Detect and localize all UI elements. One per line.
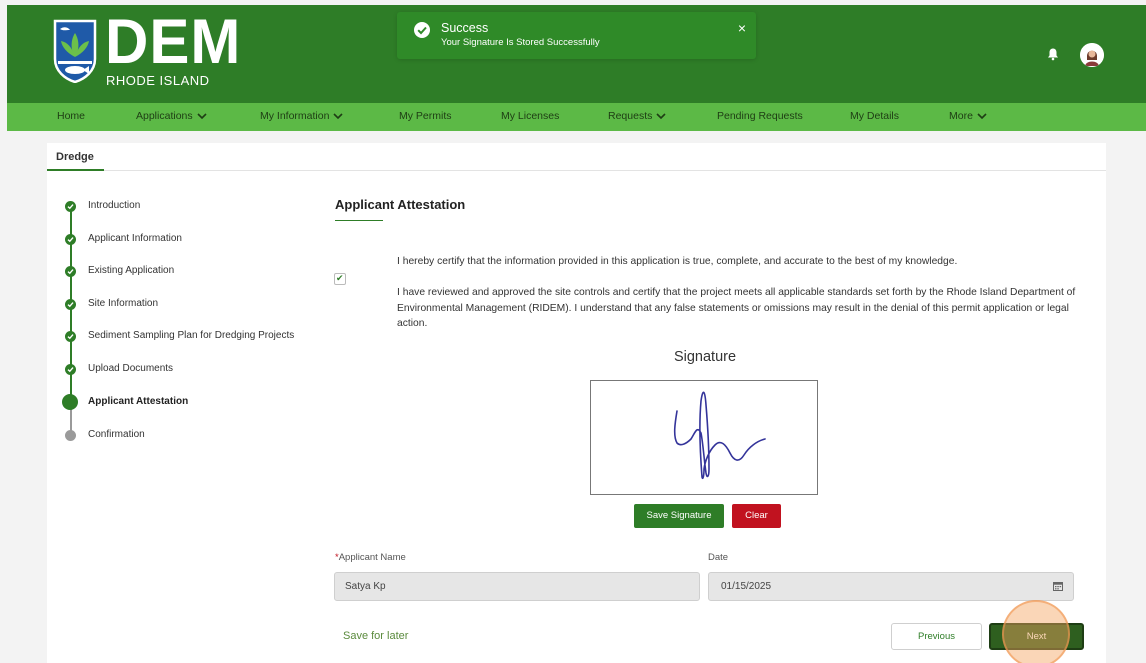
clear-signature-button[interactable]: Clear [732,504,781,528]
step-active-icon [62,394,78,410]
attestation-statement-2: I have reviewed and approved the site co… [397,287,1076,329]
nav-label: My Licenses [501,110,560,122]
success-check-icon [414,22,430,38]
nav-item-pending-requests[interactable]: Pending Requests [717,110,803,122]
signature-pad[interactable] [590,380,818,495]
tab-dredge[interactable]: Dredge [47,143,104,171]
chevron-down-icon [656,113,666,120]
step-introduction[interactable]: Introduction [61,197,341,217]
user-avatar[interactable] [1080,43,1104,67]
step-label: Introduction [88,200,141,211]
step-label: Confirmation [88,429,145,440]
step-existing-application[interactable]: Existing Application [61,262,341,282]
step-label: Upload Documents [88,363,174,374]
step-sediment-sampling-plan[interactable]: Sediment Sampling Plan for Dredging Proj… [61,327,341,347]
nav-label: Home [57,110,86,122]
toast-message: Your Signature Is Stored Successfully [441,37,600,48]
success-toast: Success Your Signature Is Stored Success… [397,12,756,59]
nav-item-my-permits[interactable]: My Permits [399,110,452,122]
date-label: Date [708,552,729,563]
step-site-information[interactable]: Site Information [61,295,341,315]
nav-item-my-information[interactable]: My Information [260,110,344,122]
section-underline [335,220,383,221]
toast-close-icon[interactable]: × [738,20,746,36]
step-label: Existing Application [88,265,175,276]
nav-item-requests[interactable]: Requests [608,110,666,122]
calendar-icon[interactable] [1053,581,1063,591]
toast-title: Success [441,21,489,35]
applicant-name-label-text: Applicant Name [338,552,406,563]
nav-label: More [949,110,973,122]
application-card: Dredge Introduction Applicant Informatio… [47,143,1106,663]
previous-button[interactable]: Previous [891,623,982,650]
date-value: 01/15/2025 [721,581,772,592]
logo-subtitle: RHODE ISLAND [106,73,210,88]
step-label: Applicant Information [88,233,182,244]
main-nav: Home Applications My Information My Perm… [7,103,1146,131]
step-complete-icon [65,201,76,212]
nav-label: My Permits [399,110,452,122]
attestation-statement-1: I hereby certify that the information pr… [397,256,958,267]
nav-label: My Details [850,110,900,122]
chevron-down-icon [977,113,987,120]
dem-logo[interactable]: DEM RHODE ISLAND [52,9,240,89]
nav-item-my-details[interactable]: My Details [850,110,899,122]
save-signature-button[interactable]: Save Signature [634,504,724,528]
step-pending-icon [65,430,76,441]
next-button[interactable]: Next [989,623,1084,650]
nav-label: My Information [260,110,330,122]
step-complete-icon [65,266,76,277]
user-avatar-icon [1080,43,1104,67]
applicant-name-field[interactable]: Satya Kp [334,572,700,601]
nav-item-applications[interactable]: Applications [136,110,207,122]
date-field[interactable]: 01/15/2025 [708,572,1074,601]
step-complete-icon [65,234,76,245]
checkbox-check-icon: ✔ [336,273,344,283]
step-complete-icon [65,299,76,310]
step-applicant-information[interactable]: Applicant Information [61,230,341,250]
nav-item-more[interactable]: More [949,110,987,122]
step-complete-icon [65,331,76,342]
nav-item-my-licenses[interactable]: My Licenses [501,110,559,122]
step-label: Sediment Sampling Plan for Dredging Proj… [88,330,295,341]
save-for-later-link[interactable]: Save for later [343,630,408,642]
signature-title: Signature [673,349,737,365]
step-upload-documents[interactable]: Upload Documents [61,360,341,380]
applicant-name-value: Satya Kp [345,581,386,592]
step-confirmation[interactable]: Confirmation [61,426,341,446]
section-title: Applicant Attestation [335,197,466,212]
attestation-checkbox[interactable]: ✔ [334,273,346,285]
nav-label: Requests [608,110,653,122]
step-label: Applicant Attestation [88,396,189,407]
step-complete-icon [65,364,76,375]
applicant-name-label: *Applicant Name [335,552,406,563]
logo-title: DEM [105,6,242,77]
chevron-down-icon [333,113,344,120]
nav-label: Pending Requests [717,110,803,122]
dem-emblem-icon [53,19,97,83]
nav-label: Applications [136,110,193,122]
chevron-down-icon [197,113,207,120]
step-label: Site Information [88,298,159,309]
nav-item-home[interactable]: Home [57,110,85,122]
tab-bar: Dredge [47,143,1106,171]
notification-bell-icon[interactable] [1046,47,1060,61]
step-applicant-attestation[interactable]: Applicant Attestation [61,393,341,413]
signature-drawing [673,391,766,480]
